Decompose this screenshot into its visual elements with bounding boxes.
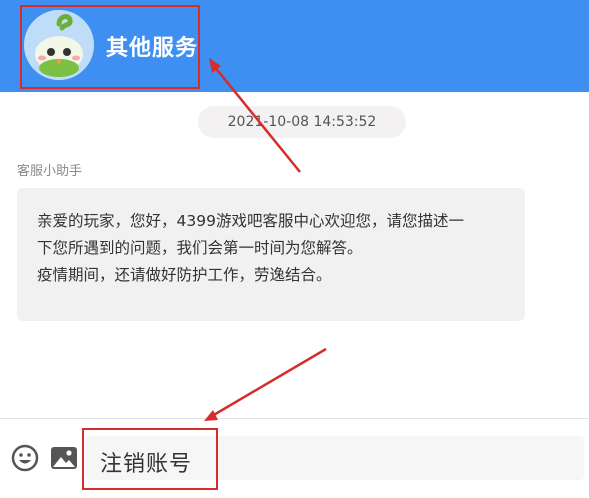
arrow-to-input	[204, 347, 327, 421]
message-timestamp: 2021-10-08 14:53:52	[198, 106, 406, 138]
highlight-box-header	[20, 5, 200, 89]
image-icon	[51, 447, 77, 469]
message-line: 疫情期间，还请做好防护工作，劳逸结合。	[37, 266, 332, 284]
highlight-box-input	[82, 428, 218, 490]
message-line: 下您所遇到的问题，我们会第一时间为您解答。	[37, 239, 363, 257]
input-divider	[0, 418, 589, 419]
message-bubble: 亲爱的玩家，您好，4399游戏吧客服中心欢迎您，请您描述一 下您所遇到的问题，我…	[17, 188, 525, 321]
emoji-button[interactable]	[11, 444, 39, 472]
message-line: 亲爱的玩家，您好，4399游戏吧客服中心欢迎您，请您描述一	[37, 212, 464, 230]
image-button[interactable]	[50, 445, 78, 471]
emoji-icon	[11, 444, 39, 472]
sender-name: 客服小助手	[17, 164, 83, 179]
